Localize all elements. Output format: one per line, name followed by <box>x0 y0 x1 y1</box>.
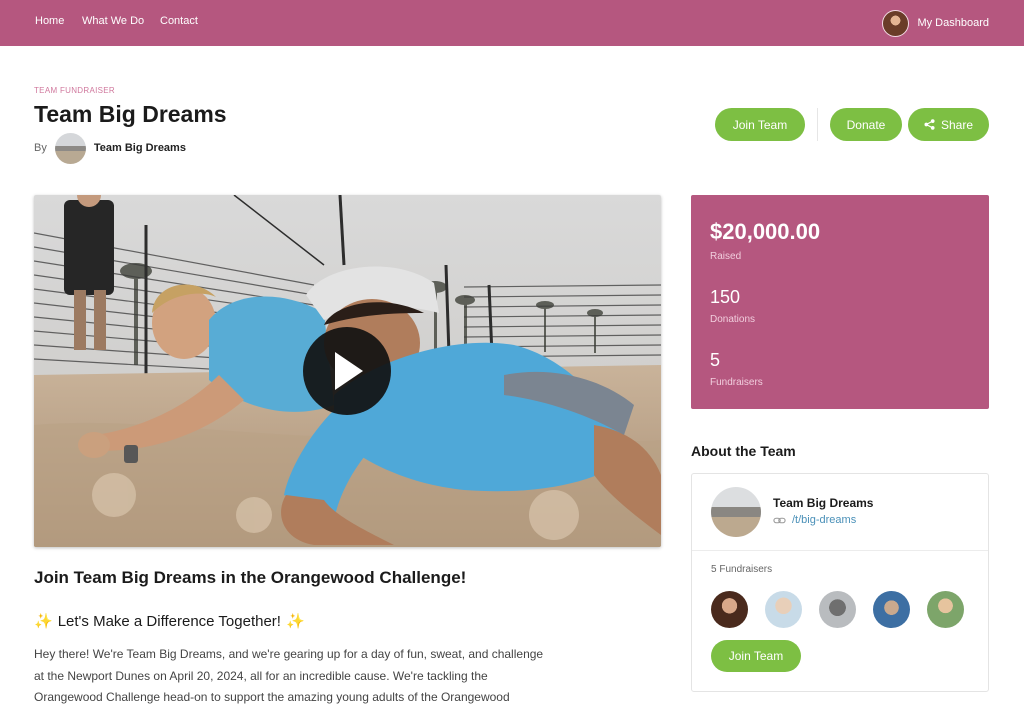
my-dashboard-link[interactable]: My Dashboard <box>882 8 989 38</box>
top-nav: Home What We Do Contact My Dashboard <box>0 0 1024 46</box>
team-link-text: /t/big-dreams <box>792 514 857 526</box>
donations-value: 150 <box>710 287 741 307</box>
sparkle-icon: ✨ <box>285 613 305 630</box>
team-avatar <box>54 132 86 164</box>
join-team-button[interactable]: Join Team <box>715 108 805 141</box>
about-card: Team Big Dreams /t/big-dreams 5 Fundrais… <box>691 473 989 692</box>
campaign-description: Hey there! We're Team Big Dreams, and we… <box>34 644 564 709</box>
user-avatar <box>882 9 910 37</box>
video-thumbnail <box>34 195 661 547</box>
nav-home-link[interactable]: Home <box>35 15 64 27</box>
fundraiser-avatar[interactable] <box>927 591 964 628</box>
sub-heading: ✨ Let's Make a Difference Together! ✨ <box>34 612 305 631</box>
link-icon <box>773 517 786 523</box>
description-line: at the Newport Dunes on April 20, 2024, … <box>34 668 488 683</box>
about-card-separator <box>692 550 988 551</box>
fundraisers-value: 5 <box>710 350 721 370</box>
team-link[interactable]: /t/big-dreams <box>773 514 856 526</box>
nav-what-we-do-link[interactable]: What We Do <box>82 15 144 27</box>
page-eyebrow: TEAM FUNDRAISER <box>34 86 115 95</box>
video-player[interactable] <box>34 195 661 547</box>
page-title: Team Big Dreams <box>34 101 227 127</box>
owner-name[interactable]: Team Big Dreams <box>94 142 186 154</box>
description-line: Orangewood Challenge head-on to support … <box>34 690 510 704</box>
stats-card: $20,000.00 Raised 150 Donations 5 Fundra… <box>691 195 989 409</box>
share-button[interactable]: Share <box>908 108 989 141</box>
raised-value: $20,000.00 <box>710 219 821 244</box>
fundraiser-avatar[interactable] <box>819 591 856 628</box>
fundraisers-count: 5 Fundraisers <box>711 564 773 575</box>
share-label: Share <box>940 117 974 132</box>
play-icon[interactable] <box>303 327 391 415</box>
share-icon <box>924 119 935 130</box>
about-heading: About the Team <box>691 443 796 459</box>
about-team-name: Team Big Dreams <box>773 496 874 510</box>
fundraiser-avatar[interactable] <box>711 591 748 628</box>
fundraiser-avatar[interactable] <box>873 591 910 628</box>
description-line: Hey there! We're Team Big Dreams, and we… <box>34 647 544 661</box>
raised-label: Raised <box>710 251 742 262</box>
team-avatar-large <box>711 487 761 537</box>
nav-contact-link[interactable]: Contact <box>160 15 198 27</box>
donate-button[interactable]: Donate <box>830 108 902 141</box>
my-dashboard-label: My Dashboard <box>917 17 989 29</box>
sparkle-icon: ✨ <box>34 613 53 630</box>
byline: By Team Big Dreams <box>34 132 186 164</box>
actions-divider <box>817 108 818 141</box>
fundraisers-label: Fundraisers <box>710 377 763 388</box>
fundraiser-avatar[interactable] <box>765 591 802 628</box>
by-label: By <box>34 142 47 154</box>
sub-heading-text: Let's Make a Difference Together! <box>57 612 281 630</box>
campaign-title: Join Team Big Dreams in the Orangewood C… <box>34 568 467 587</box>
donations-label: Donations <box>710 314 756 325</box>
about-join-team-button[interactable]: Join Team <box>711 640 801 672</box>
